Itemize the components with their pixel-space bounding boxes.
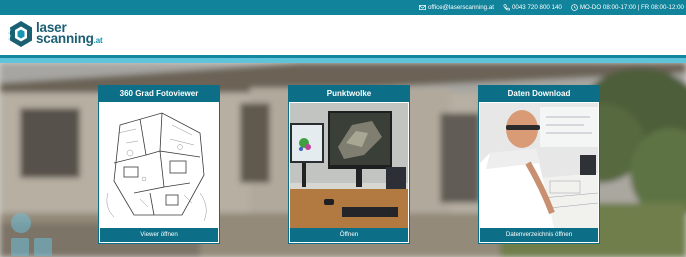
floor-plan-image[interactable] (100, 103, 218, 228)
site-header: laser scanning.at (0, 15, 686, 55)
sidebar-square-button-2[interactable] (34, 238, 52, 256)
contact-bar: office@laserscanning.at 0043 720 800 140… (0, 0, 686, 15)
data-directory-open-button[interactable]: Datenverzeichnis öffnen (480, 228, 598, 242)
engineer-photo (480, 103, 598, 228)
hero-section: 360 Grad Fotoviewer Viewer öffnen Punktw… (0, 63, 686, 257)
card-title: Punktwolke (289, 86, 409, 102)
phone-text: 0043 720 800 140 (511, 4, 562, 11)
sidebar-square-button-1[interactable] (11, 238, 29, 256)
logo-hexagon-icon (8, 21, 32, 47)
point-cloud-image[interactable] (290, 103, 408, 228)
logo-line-2: scanning.at (36, 31, 103, 46)
hours-text: MO-DO 08:00-17:00 | FR 08:00-12:00 (579, 4, 684, 11)
logo[interactable]: laser scanning.at (8, 20, 103, 48)
card-title: 360 Grad Fotoviewer (99, 86, 219, 102)
card-data-download: Daten Download Datenverzeichnis öffnen (478, 85, 600, 244)
card-title: Daten Download (479, 86, 599, 102)
card-point-cloud: Punktwolke Öffnen (288, 85, 410, 244)
point-cloud-open-button[interactable]: Öffnen (290, 228, 408, 242)
viewer-open-button[interactable]: Viewer öffnen (100, 228, 218, 242)
floor-plan-drawing (100, 103, 218, 228)
opening-hours: MO-DO 08:00-17:00 | FR 08:00-12:00 (571, 4, 684, 11)
clock-icon (571, 4, 578, 11)
sidebar-circle-button[interactable] (11, 213, 31, 233)
workstation-photo (290, 103, 408, 228)
data-download-image[interactable] (480, 103, 598, 228)
email-link[interactable]: office@laserscanning.at (418, 4, 494, 11)
card-360-viewer: 360 Grad Fotoviewer Viewer öffnen (98, 85, 220, 244)
mail-icon (418, 5, 426, 10)
email-text: office@laserscanning.at (427, 4, 494, 11)
phone-link[interactable]: 0043 720 800 140 (503, 4, 562, 11)
logo-word-2: scanning (36, 31, 94, 46)
logo-tld: .at (93, 36, 103, 45)
phone-icon (503, 4, 510, 11)
